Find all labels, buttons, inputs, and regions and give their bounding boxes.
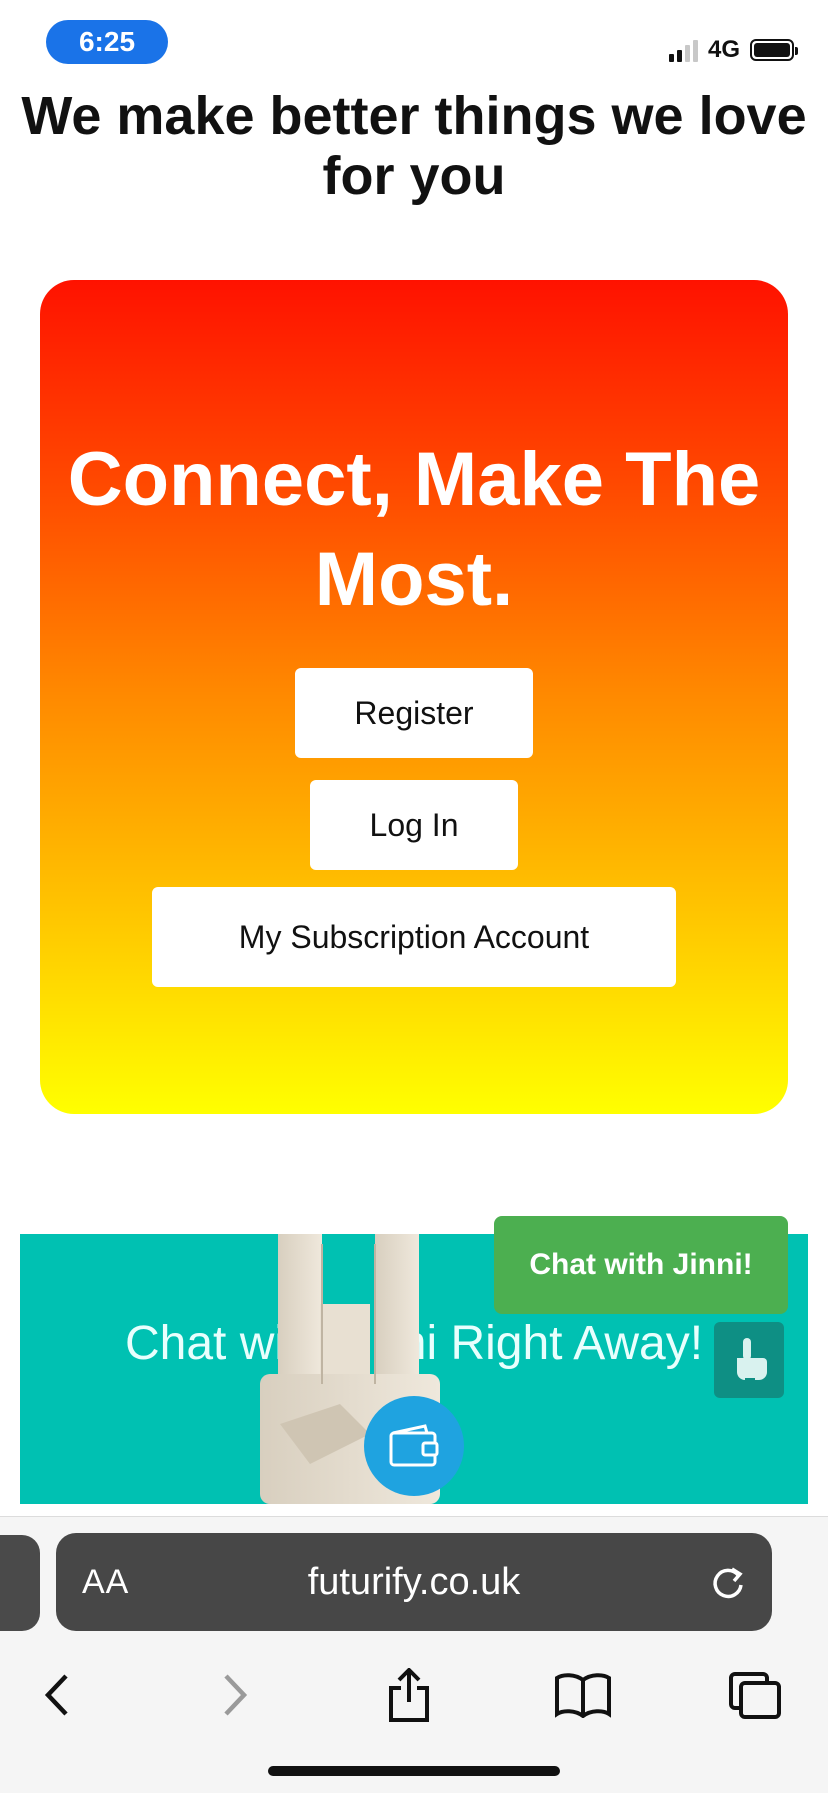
back-icon[interactable] [22, 1655, 92, 1735]
browser-toolbar: AA futurify.co.uk [0, 1516, 828, 1793]
signal-icon [668, 38, 698, 62]
hero-title: Connect, Make The Most. [67, 437, 761, 622]
hero-card: Connect, Make The Most. Register Log In … [40, 280, 788, 1114]
reload-icon[interactable] [708, 1563, 748, 1603]
url-text[interactable]: futurify.co.uk [56, 1561, 772, 1604]
previous-tab-preview[interactable] [0, 1535, 40, 1631]
bookmarks-icon[interactable] [548, 1655, 618, 1735]
network-type: 4G [707, 36, 740, 63]
status-indicators: 4G [668, 36, 798, 64]
share-icon[interactable] [374, 1655, 444, 1735]
forward-icon[interactable] [200, 1655, 270, 1735]
page-headline: We make better things we love for you [21, 86, 807, 206]
tabs-icon[interactable] [720, 1655, 790, 1735]
subscription-account-button[interactable]: My Subscription Account [152, 887, 676, 987]
browser-nav-row [0, 1655, 828, 1735]
register-button[interactable]: Register [295, 668, 533, 758]
wallet-icon[interactable] [364, 1396, 464, 1496]
address-bar[interactable]: AA futurify.co.uk [56, 1533, 772, 1631]
hand-pointer-icon[interactable] [714, 1322, 784, 1398]
login-button[interactable]: Log In [310, 780, 518, 870]
battery-icon [750, 39, 798, 61]
home-indicator [268, 1766, 560, 1776]
status-time: 6:25 [46, 20, 168, 64]
chat-with-jinni-button[interactable]: Chat with Jinni! [494, 1216, 788, 1314]
